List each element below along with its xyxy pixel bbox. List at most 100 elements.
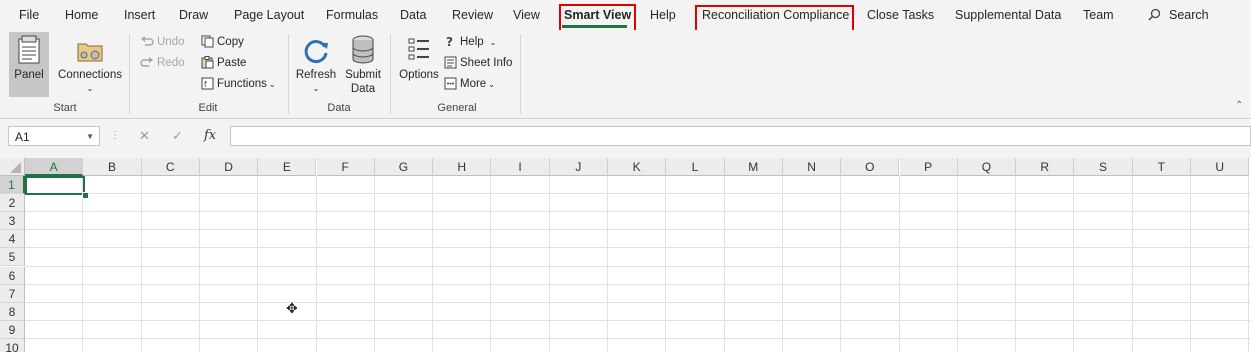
row-header[interactable]: 1: [0, 176, 25, 194]
fill-handle[interactable]: [82, 192, 89, 199]
help-icon: ?: [446, 35, 453, 49]
column-header[interactable]: K: [608, 158, 667, 176]
column-header[interactable]: E: [258, 158, 317, 176]
column-header[interactable]: I: [491, 158, 550, 176]
tab-home[interactable]: Home: [65, 8, 98, 22]
chevron-down-icon: ⌄: [489, 38, 497, 47]
tab-insert[interactable]: Insert: [124, 8, 155, 22]
row-header[interactable]: 7: [0, 284, 25, 303]
column-header[interactable]: O: [841, 158, 900, 176]
connections-button[interactable]: Connections ⌄: [55, 32, 125, 96]
tab-close-tasks[interactable]: Close Tasks: [867, 8, 934, 22]
submit-data-button[interactable]: Submit Data: [342, 32, 384, 96]
column-header[interactable]: D: [199, 158, 259, 176]
column-header[interactable]: S: [1074, 158, 1133, 176]
search-box[interactable]: Search: [1148, 8, 1209, 22]
redo-button[interactable]: Redo: [140, 54, 185, 72]
column-header[interactable]: Q: [957, 158, 1017, 176]
tab-team[interactable]: Team: [1083, 8, 1114, 22]
active-cell[interactable]: [25, 176, 85, 195]
row-header[interactable]: 8: [0, 302, 25, 321]
column-header[interactable]: U: [1191, 158, 1250, 176]
row-header[interactable]: 5: [0, 248, 25, 267]
column-header[interactable]: J: [549, 158, 608, 176]
sheet-info-icon: [444, 56, 457, 69]
column-gridline: [548, 176, 550, 352]
enter-icon[interactable]: ✓: [172, 128, 183, 144]
column-header[interactable]: P: [899, 158, 958, 176]
row-header[interactable]: 2: [0, 194, 25, 213]
column-header[interactable]: C: [141, 158, 200, 176]
column-header[interactable]: B: [83, 158, 142, 176]
column-header[interactable]: T: [1132, 158, 1191, 176]
chevron-down-icon: ⌄: [268, 80, 276, 89]
row-gridline: [25, 193, 1251, 195]
formula-input[interactable]: [230, 126, 1251, 146]
panel-label: Panel: [14, 69, 44, 81]
cancel-icon[interactable]: ✕: [139, 128, 150, 144]
more-button[interactable]: More ⌄: [444, 75, 495, 93]
row-header[interactable]: 6: [0, 266, 25, 285]
connections-label: Connections: [58, 69, 122, 81]
column-gridline: [1073, 176, 1075, 352]
spreadsheet-grid[interactable]: A B C D E F G H I J K L M N O P Q R S T U 1 2 3 4 5 6 7 8 9 10: [0, 158, 1251, 352]
column-gridline: [1190, 176, 1191, 352]
tab-page-layout[interactable]: Page Layout: [234, 8, 304, 22]
row-header[interactable]: 3: [0, 212, 25, 231]
copy-button[interactable]: Copy: [201, 33, 244, 51]
more-dots-icon: ⋮: [110, 130, 120, 141]
column-gridline: [373, 176, 375, 352]
tab-review[interactable]: Review: [452, 8, 493, 22]
row-gridline: [25, 229, 1251, 231]
options-label: Options: [399, 69, 439, 81]
column-gridline: [607, 176, 608, 352]
column-gridline: [781, 176, 783, 352]
panel-button[interactable]: Panel: [9, 32, 49, 82]
column-header[interactable]: A: [25, 158, 84, 176]
more-icon: [444, 77, 457, 90]
tab-formulas[interactable]: Formulas: [326, 8, 378, 22]
group-divider: [520, 34, 521, 114]
ribbon-tabs: File Home Insert Draw Page Layout Formul…: [0, 0, 1251, 31]
tab-file[interactable]: File: [19, 8, 39, 22]
chevron-down-icon: ⌄: [488, 80, 495, 89]
column-gridline: [840, 176, 842, 352]
column-header[interactable]: L: [666, 158, 725, 176]
undo-button[interactable]: Undo: [140, 33, 185, 51]
column-header[interactable]: M: [724, 158, 783, 176]
collapse-ribbon-icon[interactable]: ⌃: [1235, 100, 1243, 111]
column-gridline: [898, 176, 900, 352]
column-header[interactable]: N: [782, 158, 842, 176]
row-header[interactable]: 10: [0, 338, 25, 352]
row-gridline: [25, 319, 1251, 321]
column-gridline: [315, 176, 317, 352]
name-box[interactable]: A1 ▼: [8, 126, 100, 146]
tab-supplemental-data[interactable]: Supplemental Data: [955, 8, 1061, 22]
paste-button[interactable]: Paste: [201, 54, 246, 72]
group-divider: [129, 34, 130, 114]
tab-reconciliation-compliance[interactable]: Reconciliation Compliance: [702, 8, 849, 22]
functions-button[interactable]: f Functions ⌄: [201, 75, 276, 93]
insert-function-icon[interactable]: fx: [204, 128, 216, 143]
dropdown-arrow-icon: ▼: [86, 132, 94, 141]
column-header[interactable]: G: [374, 158, 434, 176]
tab-help[interactable]: Help: [650, 8, 676, 22]
column-header[interactable]: H: [433, 158, 492, 176]
tab-smart-view[interactable]: Smart View: [564, 8, 631, 22]
options-button[interactable]: Options: [398, 32, 440, 82]
column-gridline: [432, 176, 434, 352]
refresh-button[interactable]: Refresh ⌄: [295, 32, 337, 96]
svg-text:?: ?: [446, 35, 453, 48]
help-label: Help: [460, 36, 484, 48]
tab-view[interactable]: View: [513, 8, 540, 22]
help-button[interactable]: ? Help ⌄: [444, 33, 496, 51]
column-header[interactable]: R: [1016, 158, 1075, 176]
paste-label: Paste: [217, 57, 247, 69]
row-header[interactable]: 4: [0, 230, 25, 249]
tab-draw[interactable]: Draw: [179, 8, 208, 22]
select-all-corner[interactable]: [0, 158, 25, 176]
row-header[interactable]: 9: [0, 320, 25, 339]
tab-data[interactable]: Data: [400, 8, 426, 22]
column-header[interactable]: F: [316, 158, 375, 176]
sheet-info-button[interactable]: Sheet Info: [444, 54, 512, 72]
